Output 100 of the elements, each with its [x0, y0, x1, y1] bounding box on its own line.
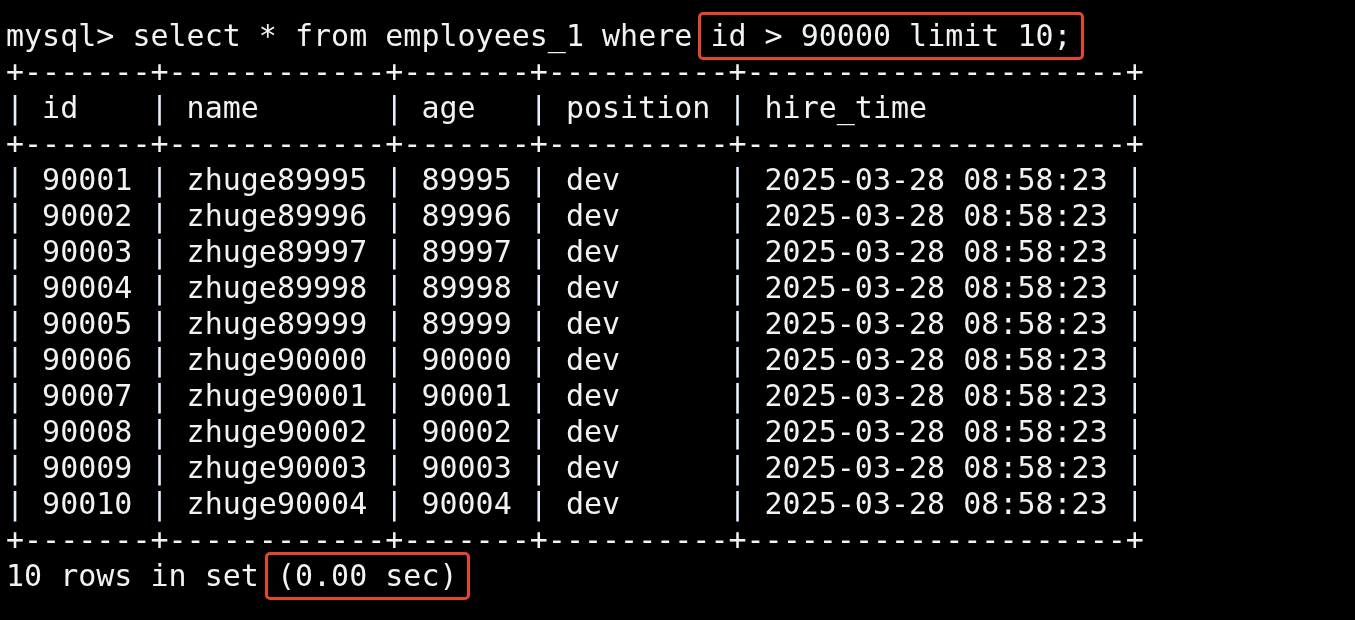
- column-header: name: [186, 90, 259, 125]
- column-separator: |: [6, 378, 25, 414]
- table-cell: 90005: [42, 306, 133, 341]
- column-separator: |: [529, 162, 548, 198]
- table-cell: dev: [565, 450, 621, 485]
- column-separator: |: [1125, 198, 1144, 234]
- table-cell: 89999: [421, 306, 512, 341]
- table-cell: 2025-03-28 08:58:23: [764, 162, 1108, 197]
- column-separator: |: [150, 378, 169, 414]
- result-summary: 10 rows in set: [6, 558, 260, 594]
- column-separator: |: [728, 378, 747, 414]
- table-cell: dev: [565, 270, 621, 305]
- table-cell: dev: [565, 198, 621, 233]
- column-separator: |: [529, 90, 548, 126]
- column-separator: |: [150, 414, 169, 450]
- table-cell: 90004: [42, 270, 133, 305]
- table-cell: dev: [565, 234, 621, 269]
- table-cell: 90000: [421, 342, 512, 377]
- column-separator: |: [6, 198, 25, 234]
- table-cell: 89998: [421, 270, 512, 305]
- column-separator: |: [150, 198, 169, 234]
- column-separator: |: [1125, 378, 1144, 414]
- column-separator: |: [728, 306, 747, 342]
- column-separator: |: [385, 162, 404, 198]
- column-separator: |: [728, 162, 747, 198]
- table-cell: 90001: [42, 162, 133, 197]
- table-cell: 2025-03-28 08:58:23: [764, 450, 1108, 485]
- table-cell: dev: [565, 378, 621, 413]
- column-separator: |: [1125, 450, 1144, 486]
- table-cell: 90003: [421, 450, 512, 485]
- table-cell: 90001: [421, 378, 512, 413]
- column-separator: |: [6, 90, 25, 126]
- table-cell: 90002: [421, 414, 512, 449]
- table-cell: zhuge90004: [186, 486, 368, 521]
- column-separator: |: [529, 306, 548, 342]
- table-cell: 90010: [42, 486, 133, 521]
- column-separator: |: [150, 342, 169, 378]
- table-cell: 2025-03-28 08:58:23: [764, 234, 1108, 269]
- column-separator: |: [385, 414, 404, 450]
- column-header: age: [421, 90, 476, 125]
- table-cell: dev: [565, 306, 621, 341]
- table-cell: 2025-03-28 08:58:23: [764, 414, 1108, 449]
- table-cell: 2025-03-28 08:58:23: [764, 270, 1108, 305]
- table-cell: 90006: [42, 342, 133, 377]
- column-separator: |: [6, 162, 25, 198]
- table-cell: zhuge89997: [186, 234, 368, 269]
- highlighted-timing-text: (0.00 sec): [264, 552, 470, 600]
- column-separator: |: [385, 486, 404, 522]
- table-border-line: +-------+------------+-------+----------+---------------------+: [6, 126, 1144, 162]
- column-separator: |: [6, 234, 25, 270]
- column-separator: |: [385, 378, 404, 414]
- column-separator: |: [385, 198, 404, 234]
- table-cell: 90003: [42, 234, 133, 269]
- column-separator: |: [529, 378, 548, 414]
- table-cell: zhuge89998: [186, 270, 368, 305]
- table-cell: zhuge90000: [186, 342, 368, 377]
- column-separator: |: [150, 162, 169, 198]
- column-separator: |: [728, 486, 747, 522]
- column-separator: |: [6, 414, 25, 450]
- table-cell: dev: [565, 414, 621, 449]
- column-separator: |: [529, 414, 548, 450]
- table-cell: 89997: [421, 234, 512, 269]
- table-cell: zhuge89999: [186, 306, 368, 341]
- prompt: mysql>: [6, 18, 116, 54]
- column-separator: |: [6, 342, 25, 378]
- column-separator: |: [728, 90, 747, 126]
- column-separator: |: [150, 306, 169, 342]
- column-separator: |: [1125, 162, 1144, 198]
- table-cell: dev: [565, 162, 621, 197]
- column-separator: |: [1125, 486, 1144, 522]
- table-cell: 90008: [42, 414, 133, 449]
- column-separator: |: [728, 234, 747, 270]
- column-separator: |: [1125, 414, 1144, 450]
- column-separator: |: [385, 306, 404, 342]
- column-separator: |: [150, 486, 169, 522]
- column-separator: |: [529, 486, 548, 522]
- column-header: hire_time: [764, 90, 928, 125]
- table-cell: 89996: [421, 198, 512, 233]
- table-cell: 89995: [421, 162, 512, 197]
- column-separator: |: [150, 90, 169, 126]
- column-separator: |: [6, 270, 25, 306]
- column-separator: |: [728, 270, 747, 306]
- column-separator: |: [1125, 342, 1144, 378]
- column-separator: |: [1125, 306, 1144, 342]
- column-separator: |: [385, 342, 404, 378]
- table-cell: dev: [565, 342, 621, 377]
- table-cell: zhuge89995: [186, 162, 368, 197]
- column-header: id: [42, 90, 79, 125]
- column-separator: |: [1125, 90, 1144, 126]
- column-separator: |: [529, 270, 548, 306]
- table-cell: 2025-03-28 08:58:23: [764, 378, 1108, 413]
- table-cell: 2025-03-28 08:58:23: [764, 198, 1108, 233]
- column-separator: |: [150, 270, 169, 306]
- table-cell: zhuge90002: [186, 414, 368, 449]
- column-separator: |: [150, 234, 169, 270]
- column-header: position: [565, 90, 711, 125]
- column-separator: |: [6, 306, 25, 342]
- column-separator: |: [385, 450, 404, 486]
- table-cell: 2025-03-28 08:58:23: [764, 342, 1108, 377]
- column-separator: |: [1125, 234, 1144, 270]
